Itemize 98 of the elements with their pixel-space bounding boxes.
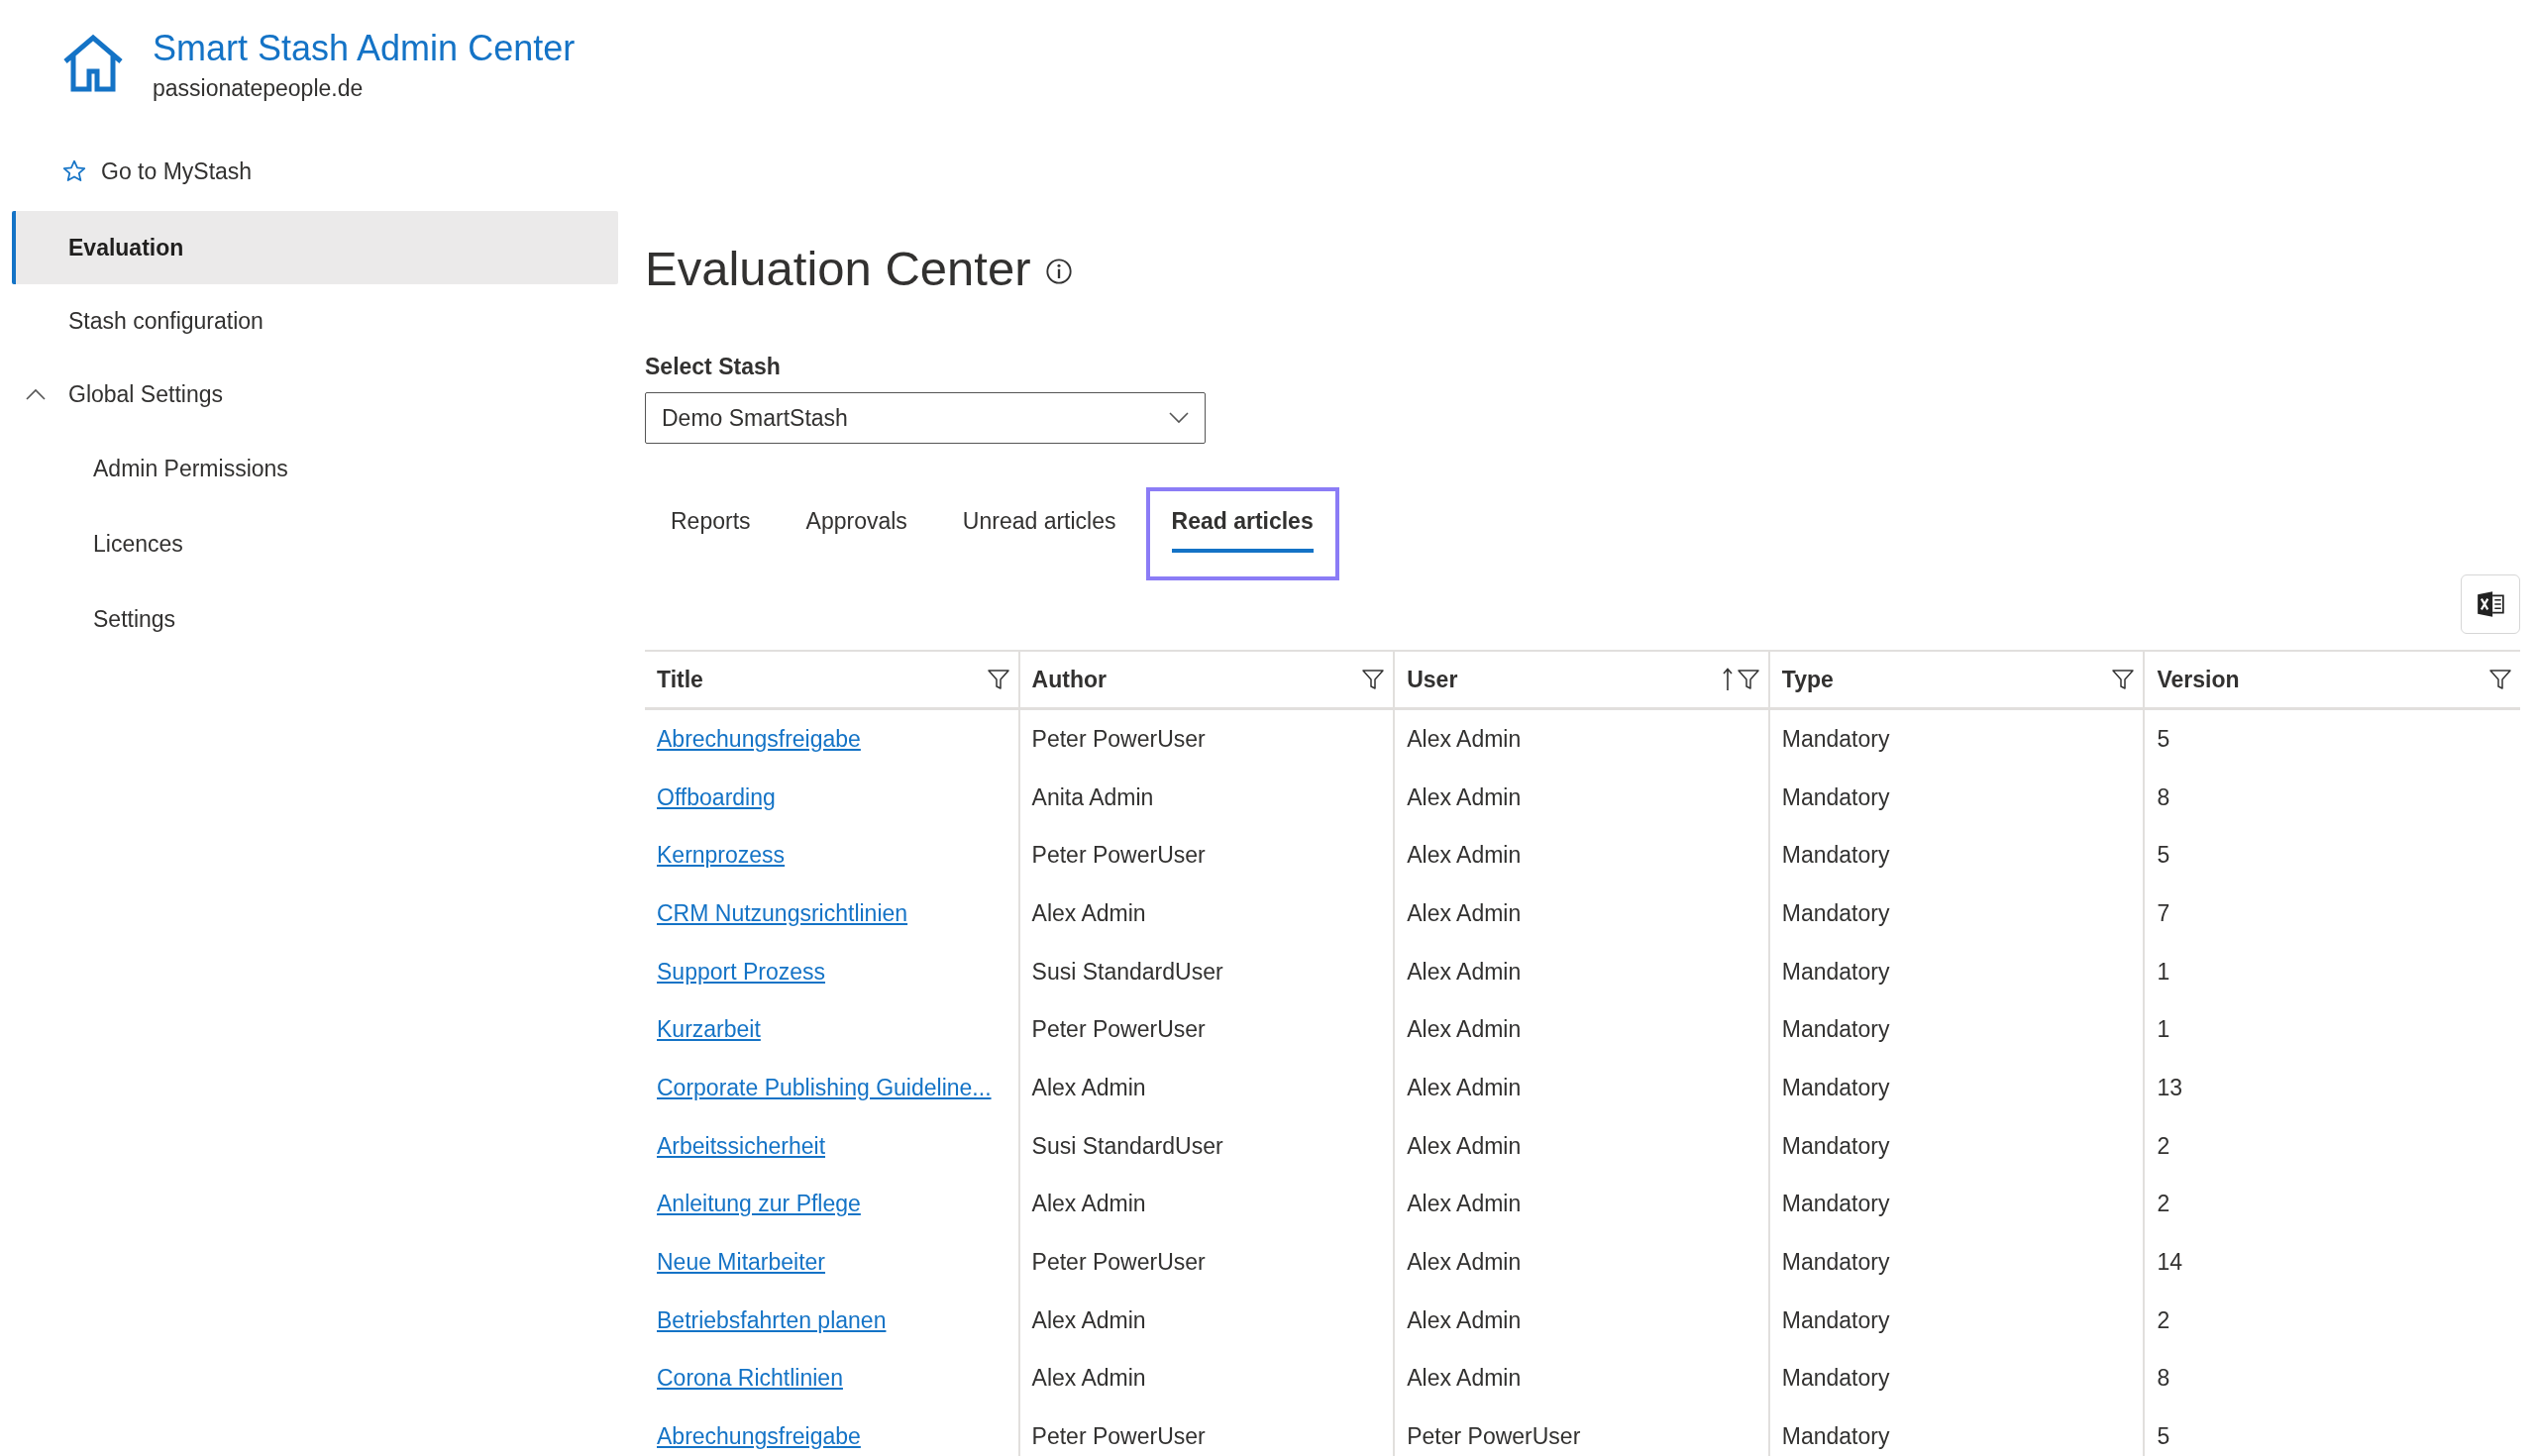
table-cell: Mandatory bbox=[1781, 1423, 1890, 1451]
table-cell: Mandatory bbox=[1781, 783, 1890, 811]
spreadsheet-icon bbox=[2476, 589, 2505, 619]
table-cell: Alex Admin bbox=[1407, 1016, 1522, 1044]
nav-item[interactable]: Evaluation bbox=[12, 211, 618, 284]
article-link[interactable]: Support Prozess bbox=[657, 958, 826, 986]
tab[interactable]: Unread articles bbox=[936, 487, 1142, 580]
article-link[interactable]: Betriebsfahrten planen bbox=[657, 1306, 887, 1334]
table-cell: Mandatory bbox=[1781, 958, 1890, 986]
table-cell: Alex Admin bbox=[1407, 842, 1522, 870]
table-cell: 14 bbox=[2157, 1249, 2182, 1277]
nav-group[interactable]: Global Settings bbox=[12, 358, 618, 431]
table-cell: Mandatory bbox=[1781, 1074, 1890, 1101]
article-link[interactable]: Kurzarbeit bbox=[657, 1016, 761, 1044]
table-cell: Alex Admin bbox=[1407, 1132, 1522, 1160]
table-cell: Alex Admin bbox=[1031, 1074, 1146, 1101]
excel-export-button[interactable] bbox=[2461, 574, 2520, 634]
table-cell: Mandatory bbox=[1781, 842, 1890, 870]
column-header[interactable]: Title bbox=[645, 652, 1020, 707]
table-cell: Mandatory bbox=[1781, 1249, 1890, 1277]
filter-icon[interactable] bbox=[2488, 668, 2512, 691]
table-cell: Susi StandardUser bbox=[1031, 1132, 1223, 1160]
table-cell: Anita Admin bbox=[1031, 783, 1154, 811]
table-cell: Alex Admin bbox=[1407, 958, 1522, 986]
page-title: Evaluation Center bbox=[645, 241, 1031, 296]
article-link[interactable]: Abrechungsfreigabe bbox=[657, 725, 861, 753]
nav-link[interactable]: Go to MyStash bbox=[12, 144, 618, 199]
table-cell: 2 bbox=[2157, 1191, 2170, 1218]
table-cell: 2 bbox=[2157, 1132, 2170, 1160]
table-cell: 1 bbox=[2157, 1016, 2170, 1044]
table-cell: Alex Admin bbox=[1407, 1249, 1522, 1277]
table-cell: 5 bbox=[2157, 842, 2170, 870]
article-link[interactable]: Neue Mitarbeiter bbox=[657, 1249, 826, 1277]
tab[interactable]: Read articles bbox=[1145, 487, 1339, 580]
article-link[interactable]: Kernprozess bbox=[657, 842, 786, 870]
article-link[interactable]: Abrechungsfreigabe bbox=[657, 1423, 861, 1451]
nav-subitem[interactable]: Licences bbox=[12, 506, 618, 581]
table-cell: 1 bbox=[2157, 958, 2170, 986]
table-cell: Alex Admin bbox=[1407, 725, 1522, 753]
chevron-down-icon bbox=[1169, 412, 1189, 424]
table-cell: Mandatory bbox=[1781, 1016, 1890, 1044]
table-cell: Peter PowerUser bbox=[1031, 725, 1206, 753]
column-header[interactable]: Type bbox=[1769, 652, 2146, 707]
filter-icon[interactable] bbox=[1736, 668, 1760, 691]
article-link[interactable]: Arbeitssicherheit bbox=[657, 1132, 826, 1160]
table-cell: Mandatory bbox=[1781, 1132, 1890, 1160]
table-cell: Mandatory bbox=[1781, 725, 1890, 753]
star-icon bbox=[61, 158, 87, 184]
column-header[interactable]: Version bbox=[2145, 652, 2520, 707]
table-cell: 7 bbox=[2157, 899, 2170, 927]
stash-dropdown[interactable]: Demo SmartStash bbox=[645, 392, 1206, 444]
table-cell: Peter PowerUser bbox=[1031, 1249, 1206, 1277]
app-title: Smart Stash Admin Center bbox=[153, 28, 576, 69]
table-cell: 13 bbox=[2157, 1074, 2182, 1101]
field-label: Select Stash bbox=[645, 354, 782, 380]
table-cell: Alex Admin bbox=[1407, 899, 1522, 927]
table-cell: Peter PowerUser bbox=[1031, 1016, 1206, 1044]
table-cell: 5 bbox=[2157, 725, 2170, 753]
table-cell: Alex Admin bbox=[1031, 1365, 1146, 1393]
table-cell: Alex Admin bbox=[1407, 1306, 1522, 1334]
table-cell: 5 bbox=[2157, 1423, 2170, 1451]
table-cell: Susi StandardUser bbox=[1031, 958, 1223, 986]
article-link[interactable]: Corona Richtlinien bbox=[657, 1365, 843, 1393]
article-link[interactable]: Offboarding bbox=[657, 783, 776, 811]
column-header[interactable]: Author bbox=[1019, 652, 1396, 707]
table-cell: Peter PowerUser bbox=[1031, 842, 1206, 870]
nav-subitem[interactable]: Admin Permissions bbox=[12, 431, 618, 506]
table-cell: Mandatory bbox=[1781, 1306, 1890, 1334]
table-cell: Alex Admin bbox=[1407, 783, 1522, 811]
table-cell: Alex Admin bbox=[1407, 1365, 1522, 1393]
column-header[interactable]: User bbox=[1395, 652, 1770, 707]
app-subtitle: passionatepeople.de bbox=[153, 75, 365, 102]
table-cell: Alex Admin bbox=[1407, 1191, 1522, 1218]
table-cell: 8 bbox=[2157, 1365, 2170, 1393]
table-cell: Alex Admin bbox=[1031, 899, 1146, 927]
chevron-icon bbox=[26, 388, 46, 400]
nav-item[interactable]: Stash configuration bbox=[12, 284, 618, 358]
tab[interactable]: Reports bbox=[645, 487, 777, 580]
article-link[interactable]: Corporate Publishing Guideline... bbox=[657, 1074, 992, 1101]
table-cell: 8 bbox=[2157, 783, 2170, 811]
filter-icon[interactable] bbox=[2111, 668, 2136, 691]
table-cell: Peter PowerUser bbox=[1407, 1423, 1581, 1451]
filter-icon[interactable] bbox=[986, 668, 1010, 691]
tab[interactable]: Approvals bbox=[780, 487, 933, 580]
home-icon bbox=[61, 34, 125, 93]
table-cell: Peter PowerUser bbox=[1031, 1423, 1206, 1451]
table-cell: Mandatory bbox=[1781, 1365, 1890, 1393]
table-cell: Alex Admin bbox=[1031, 1306, 1146, 1334]
table-cell: Alex Admin bbox=[1407, 1074, 1522, 1101]
table-cell: 2 bbox=[2157, 1306, 2170, 1334]
article-link[interactable]: Anleitung zur Pflege bbox=[657, 1191, 861, 1218]
info-icon[interactable] bbox=[1044, 258, 1073, 285]
table-cell: Alex Admin bbox=[1031, 1191, 1146, 1218]
filter-icon[interactable] bbox=[1361, 668, 1386, 691]
table-cell: Mandatory bbox=[1781, 899, 1890, 927]
nav-subitem[interactable]: Settings bbox=[12, 581, 618, 657]
table-cell: Mandatory bbox=[1781, 1191, 1890, 1218]
article-link[interactable]: CRM Nutzungsrichtlinien bbox=[657, 899, 908, 927]
